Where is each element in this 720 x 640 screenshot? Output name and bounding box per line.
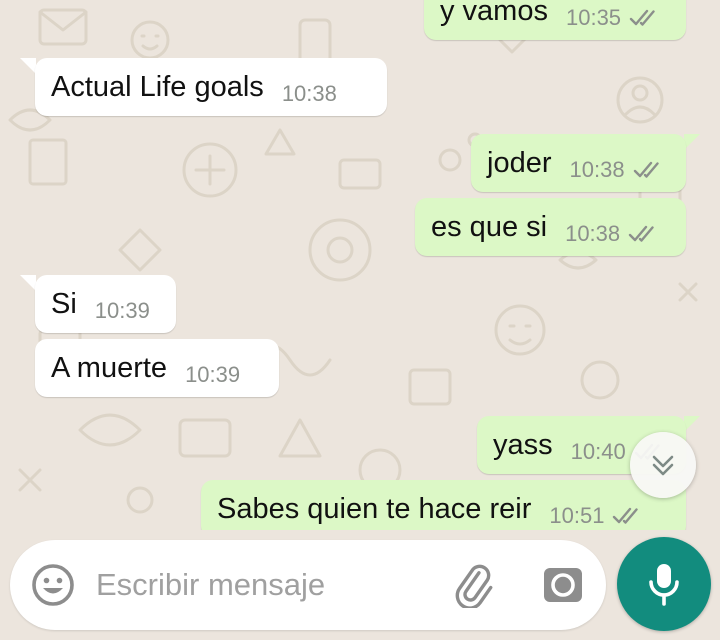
message-time: 10:38 <box>281 81 337 106</box>
double-check-icon <box>613 507 639 524</box>
double-check-icon <box>628 225 654 242</box>
message-text: yass <box>493 428 553 461</box>
message-text: Sabes quien te hace reir <box>217 492 532 525</box>
paperclip-icon[interactable] <box>450 562 496 608</box>
message-text: Si <box>51 287 77 320</box>
message-bubble-outgoing[interactable]: es que si 10:38 <box>415 198 686 256</box>
microphone-icon <box>649 564 679 606</box>
message-text: es que si <box>431 210 548 243</box>
message-time: 10:35 <box>565 5 622 30</box>
double-check-icon <box>633 161 659 178</box>
message-bubble-outgoing[interactable]: joder 10:38 <box>471 134 686 192</box>
message-time: 10:38 <box>569 157 625 182</box>
message-time: 10:51 <box>549 503 605 528</box>
scroll-to-bottom-button[interactable] <box>630 432 696 498</box>
message-time: 10:39 <box>94 298 150 323</box>
message-bubble-incoming[interactable]: Actual Life goals 10:38 <box>35 58 387 116</box>
bubble-tail <box>20 275 36 291</box>
bubble-tail <box>20 58 36 74</box>
voice-message-button[interactable] <box>617 537 711 631</box>
message-input[interactable] <box>96 560 426 610</box>
bubble-tail <box>684 134 700 150</box>
message-bubble-outgoing[interactable]: y vamos 10:35 <box>424 0 686 40</box>
message-time: 10:38 <box>565 221 621 246</box>
message-list[interactable]: y vamos 10:35 Actual Life goals 10:38 jo… <box>0 0 720 530</box>
double-check-icon <box>629 9 655 26</box>
message-text: joder <box>487 146 552 179</box>
message-bubble-incoming[interactable]: Si 10:39 <box>35 275 176 333</box>
message-composer <box>10 540 606 630</box>
message-text: Actual Life goals <box>51 70 264 103</box>
message-text: A muerte <box>51 351 168 384</box>
emoji-icon[interactable] <box>30 562 76 608</box>
double-chevron-down-icon <box>652 455 674 476</box>
camera-icon[interactable] <box>540 562 586 608</box>
bubble-tail <box>684 416 700 432</box>
message-time: 10:39 <box>185 362 241 387</box>
message-text: y vamos <box>440 0 548 27</box>
message-bubble-incoming[interactable]: A muerte 10:39 <box>35 339 279 397</box>
message-bubble-outgoing[interactable]: Sabes quien te hace reir 10:51 <box>201 480 686 530</box>
message-time: 10:40 <box>570 439 626 464</box>
